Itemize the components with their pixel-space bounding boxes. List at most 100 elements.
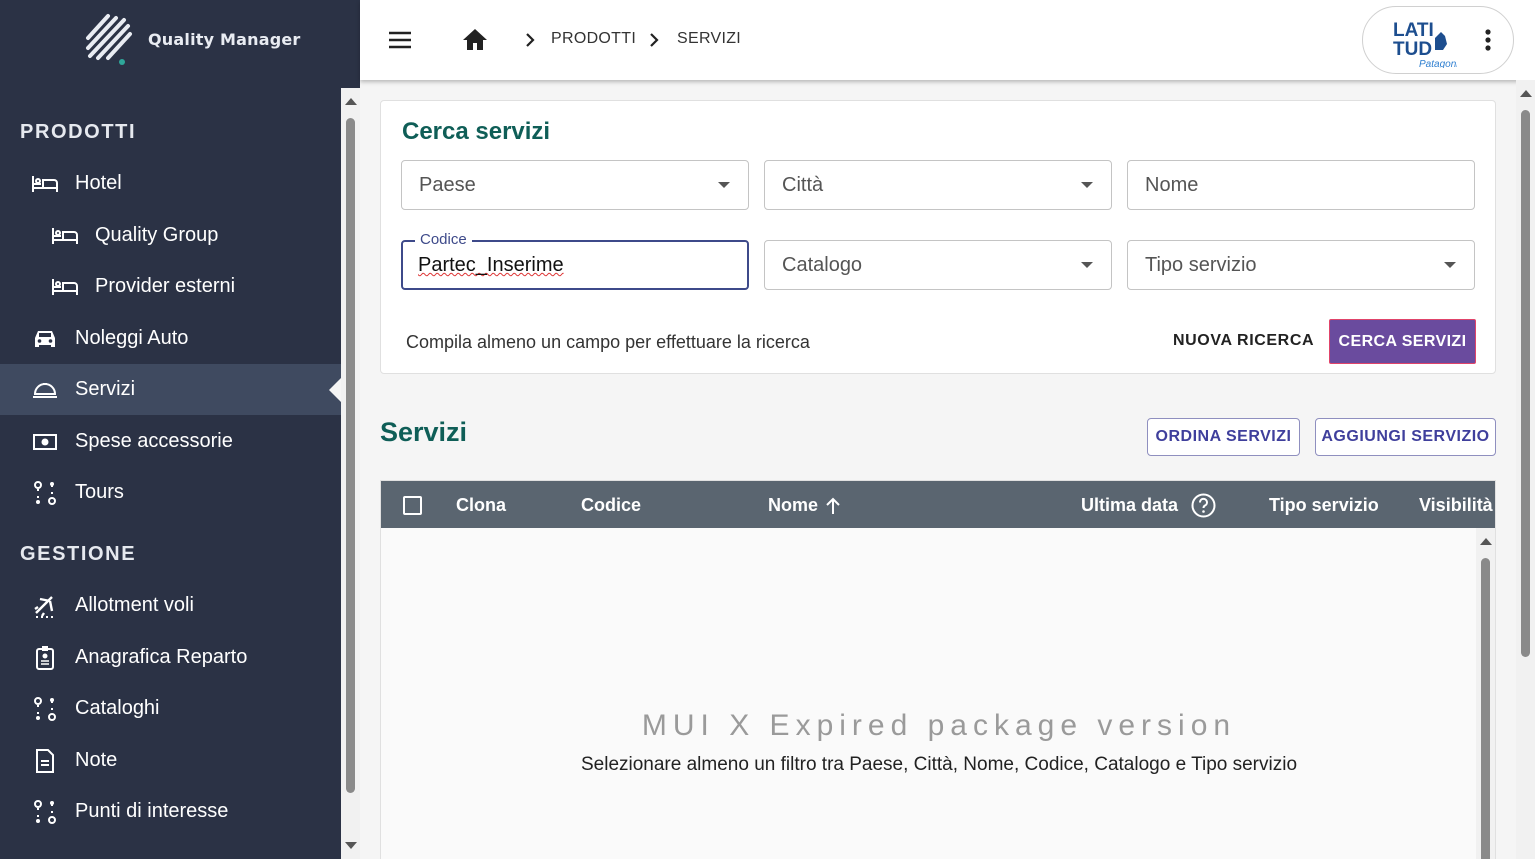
citta-select[interactable]: Città (764, 160, 1112, 210)
sidebar-item-label: Anagrafica Reparto (75, 646, 248, 668)
brand-line3: Patagonia (1419, 59, 1457, 68)
breadcrumb-prodotti[interactable]: PRODOTTI (551, 30, 636, 48)
logo-icon (86, 14, 132, 65)
main-scrollbar[interactable] (1516, 80, 1535, 859)
scroll-up-arrow[interactable] (1520, 90, 1532, 97)
sidebar-item-allotment-voli[interactable]: Allotment voli (0, 580, 341, 631)
search-services-button[interactable]: CERCA SERVIZI (1329, 319, 1476, 364)
sidebar-scrollbar[interactable] (341, 88, 360, 859)
sidebar-item-label: Punti di interesse (75, 800, 229, 822)
sidebar-item-label: Hotel (75, 172, 122, 194)
home-icon (463, 29, 487, 50)
column-header-visibilita[interactable]: Visibilità (1419, 495, 1493, 516)
menu-button[interactable] (386, 26, 414, 54)
brand-line2: TUD (1393, 39, 1432, 60)
column-header-tipo-servizio[interactable]: Tipo servizio (1269, 495, 1379, 516)
tipo-servizio-select[interactable]: Tipo servizio (1127, 240, 1475, 290)
column-header-clona[interactable]: Clona (456, 495, 506, 516)
sidebar-item-label: Quality Group (95, 224, 219, 246)
sidebar-item-label: Note (75, 749, 118, 771)
chevron-right-icon (650, 33, 659, 47)
sidebar-item-noleggi-auto[interactable]: Noleggi Auto (0, 313, 341, 364)
route-icon (30, 480, 60, 506)
citta-placeholder: Città (782, 174, 824, 196)
app-name: Quality Manager (148, 29, 301, 49)
money-icon (30, 429, 60, 455)
scrollbar-thumb[interactable] (1521, 110, 1530, 657)
nome-placeholder: Nome (1145, 174, 1199, 196)
codice-input[interactable]: Codice (401, 231, 749, 290)
grid-header: Clona Codice Nome Ultima data Tipo servi… (381, 481, 1495, 528)
sidebar-item-note[interactable]: Note (0, 735, 341, 786)
main-content: Cerca servizi Paese Città Nome Codice Ca… (360, 80, 1535, 859)
sidebar-item-spese-accessorie[interactable]: Spese accessorie (0, 416, 341, 467)
sort-services-button[interactable]: ORDINA SERVIZI (1147, 418, 1300, 456)
search-title: Cerca servizi (402, 118, 551, 145)
sidebar: Quality Manager PRODOTTI Hotel Quality G… (0, 0, 360, 859)
license-watermark: MUI X Expired package version (641, 709, 1237, 742)
car-icon (30, 326, 60, 352)
breadcrumb-servizi: SERVIZI (677, 30, 742, 47)
scroll-down-arrow[interactable] (345, 842, 357, 849)
flight-icon (30, 593, 60, 619)
sidebar-item-label: Tours (75, 481, 124, 503)
column-header-nome[interactable]: Nome (768, 495, 818, 516)
sidebar-item-punti-di-interesse[interactable]: Punti di interesse (0, 786, 341, 837)
search-panel: Cerca servizi Paese Città Nome Codice Ca… (380, 100, 1496, 374)
more-options-button[interactable] (1478, 26, 1498, 54)
sidebar-menu: PRODOTTI Hotel Quality Group Provider es… (0, 88, 341, 859)
dropdown-caret-icon (718, 182, 730, 188)
catalogo-select[interactable]: Catalogo (764, 240, 1112, 290)
dropdown-caret-icon (1081, 262, 1093, 268)
sidebar-item-quality-group[interactable]: Quality Group (0, 210, 341, 261)
tipo-servizio-placeholder: Tipo servizio (1145, 254, 1257, 276)
paese-placeholder: Paese (419, 174, 476, 196)
bed-icon (50, 223, 80, 249)
sidebar-item-tours[interactable]: Tours (0, 467, 341, 518)
sidebar-item-label: Servizi (75, 378, 136, 400)
empty-state-message: Selezionare almeno un filtro tra Paese, … (580, 754, 1298, 775)
add-service-button[interactable]: AGGIUNGI SERVIZIO (1315, 418, 1496, 456)
bed-icon (30, 171, 60, 197)
sidebar-item-servizi[interactable]: Servizi (0, 364, 341, 415)
services-grid: Clona Codice Nome Ultima data Tipo servi… (380, 480, 1496, 859)
hamburger-icon (389, 31, 411, 49)
section-title-gestione: GESTIONE (20, 543, 137, 565)
codice-text[interactable] (418, 254, 718, 277)
select-all-checkbox[interactable] (403, 496, 422, 515)
dropdown-caret-icon (1081, 182, 1093, 188)
grid-scrollbar[interactable] (1476, 528, 1495, 859)
sidebar-item-anagrafica-reparto[interactable]: Anagrafica Reparto (0, 632, 341, 683)
dropdown-caret-icon (1444, 262, 1456, 268)
sidebar-item-label: Cataloghi (75, 697, 160, 719)
scroll-up-arrow[interactable] (345, 98, 357, 105)
new-search-button[interactable]: NUOVA RICERCA (1173, 332, 1314, 350)
room-service-icon (30, 377, 60, 403)
sidebar-item-cataloghi[interactable]: Cataloghi (0, 683, 341, 734)
sidebar-item-hotel[interactable]: Hotel (0, 158, 341, 209)
search-hint: Compila almeno un campo per effettuare l… (406, 332, 810, 352)
app-logo[interactable]: Quality Manager (84, 12, 301, 66)
sort-ascending-icon[interactable] (824, 496, 842, 516)
sidebar-item-label: Provider esterni (95, 275, 236, 297)
home-button[interactable] (460, 25, 490, 55)
column-header-ultima-data[interactable]: Ultima data (1081, 495, 1178, 516)
brand-line1: LATI (1393, 20, 1434, 41)
route-icon (30, 696, 60, 722)
catalogo-placeholder: Catalogo (782, 254, 863, 276)
sidebar-item-provider-esterni[interactable]: Provider esterni (0, 261, 341, 312)
column-header-codice[interactable]: Codice (581, 495, 641, 516)
badge-icon (30, 645, 60, 671)
nome-input[interactable]: Nome (1127, 160, 1475, 210)
top-bar: PRODOTTI SERVIZI LATI TUD Patagonia (360, 0, 1535, 80)
section-title-prodotti: PRODOTTI (20, 121, 137, 143)
services-title: Servizi (380, 417, 468, 447)
more-vertical-icon (1485, 29, 1491, 51)
chevron-right-icon (526, 33, 535, 47)
sidebar-item-label: Allotment voli (75, 594, 194, 616)
brand-logo: LATI TUD Patagonia (1393, 20, 1457, 68)
scroll-up-arrow[interactable] (1480, 538, 1492, 545)
help-icon[interactable] (1190, 492, 1217, 519)
paese-select[interactable]: Paese (401, 160, 749, 210)
scrollbar-thumb[interactable] (346, 118, 355, 793)
